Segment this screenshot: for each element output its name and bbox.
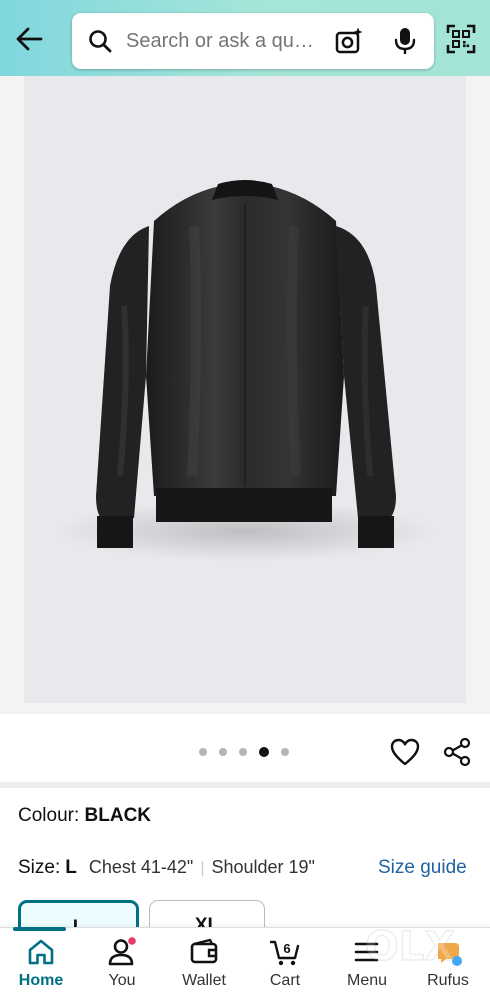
- nav-you[interactable]: You: [81, 928, 163, 998]
- back-arrow-icon: [16, 27, 43, 51]
- nav-you-label: You: [108, 972, 136, 989]
- nav-cart[interactable]: 6 Cart: [244, 928, 326, 998]
- nav-cart-label: Cart: [269, 972, 301, 989]
- cart-icon: 6: [270, 940, 300, 966]
- size-label: Size:: [18, 857, 61, 878]
- search-icon: [89, 30, 112, 53]
- size-guide-link[interactable]: Size guide: [378, 857, 467, 879]
- top-bar: [0, 0, 490, 76]
- carousel-dot[interactable]: [219, 748, 227, 756]
- nav-rufus[interactable]: Rufus: [407, 928, 489, 998]
- section-divider: [0, 782, 490, 788]
- shoulder-measurement: Shoulder 19": [211, 857, 315, 877]
- notification-dot: [128, 937, 136, 945]
- home-icon: [28, 939, 54, 965]
- size-row: Size: L Chest 41-42" | Shoulder 19": [18, 857, 315, 879]
- cart-count: 6: [283, 941, 290, 956]
- nav-menu-label: Menu: [346, 972, 388, 989]
- back-button[interactable]: [10, 20, 48, 58]
- search-bar[interactable]: [72, 13, 434, 69]
- size-value: L: [65, 857, 77, 878]
- carousel-dot[interactable]: [239, 748, 247, 756]
- microphone-icon[interactable]: [390, 26, 420, 56]
- carousel-dot[interactable]: [259, 747, 269, 757]
- wallet-icon: [190, 938, 218, 964]
- colour-row: Colour: BLACK: [18, 805, 151, 827]
- nav-wallet-label: Wallet: [182, 972, 226, 989]
- nav-home-label: Home: [18, 972, 64, 989]
- product-image[interactable]: [24, 76, 466, 703]
- share-icon[interactable]: [441, 736, 473, 768]
- bottom-navigation: Home You Wallet 6 Cart Menu Rufus: [0, 927, 490, 998]
- nav-home[interactable]: Home: [0, 928, 82, 998]
- carousel-dots: [199, 747, 289, 757]
- product-image-gallery[interactable]: [0, 76, 490, 714]
- colour-label: Colour:: [18, 805, 80, 826]
- qr-scanner-icon[interactable]: [446, 24, 476, 54]
- chest-measurement: Chest 41-42": [88, 857, 194, 877]
- rufus-icon: [438, 943, 462, 966]
- camera-search-icon[interactable]: [334, 26, 364, 56]
- measurement-separator: |: [200, 860, 205, 877]
- menu-icon: [354, 942, 379, 962]
- heart-icon[interactable]: [389, 736, 421, 768]
- leather-jacket-image: [55, 180, 435, 561]
- carousel-dot[interactable]: [281, 748, 289, 756]
- gallery-controls: [0, 714, 490, 782]
- nav-rufus-label: Rufus: [427, 972, 469, 989]
- carousel-dot[interactable]: [199, 748, 207, 756]
- search-input[interactable]: [126, 28, 322, 54]
- nav-menu[interactable]: Menu: [326, 928, 408, 998]
- nav-wallet[interactable]: Wallet: [163, 928, 245, 998]
- person-icon: [108, 937, 136, 966]
- colour-value: BLACK: [84, 805, 152, 826]
